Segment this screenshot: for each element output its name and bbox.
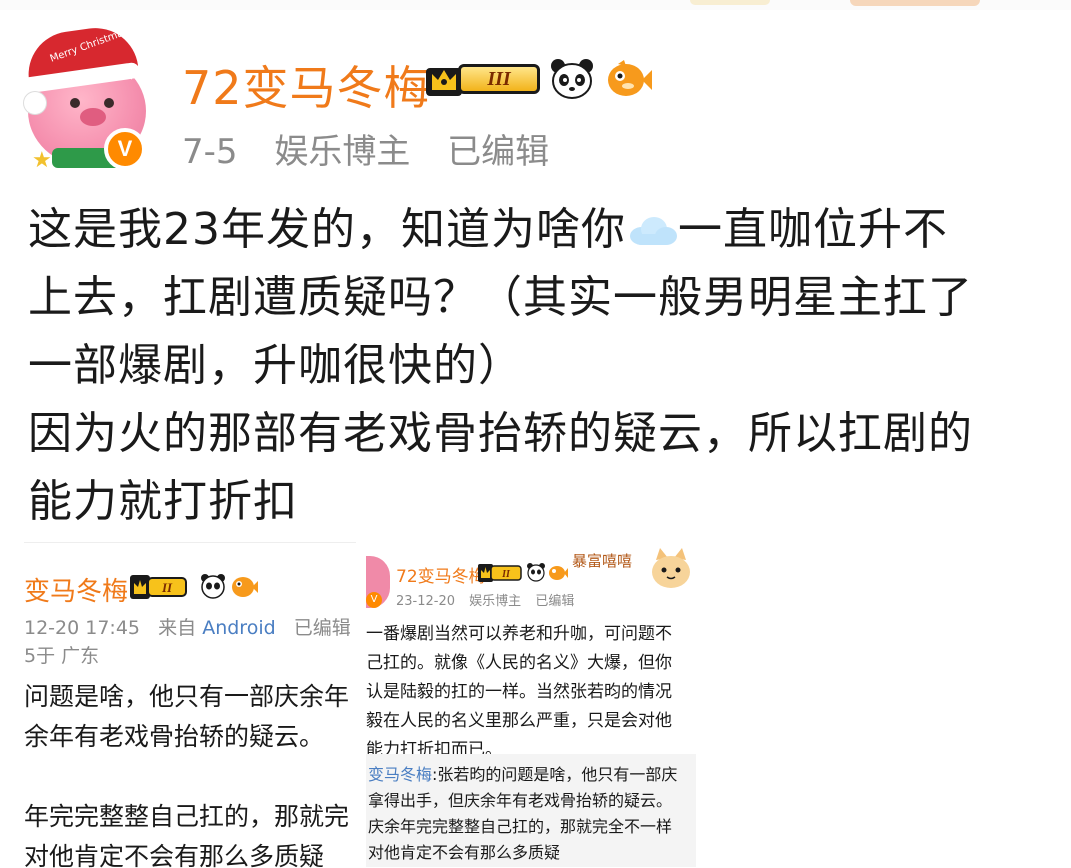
screenshot-line: 年完完整整自己扛的，那就完 [24, 802, 350, 831]
quote-line: 庆余年完完整整自己扛的，那就完全不一样 [368, 817, 673, 836]
hat-pompom [24, 92, 46, 114]
level-badge-text: II [501, 569, 511, 580]
screenshot-location: 5于 广东 [24, 645, 100, 667]
puffer-fish-icon [549, 566, 568, 580]
post-line: 这是我23年发的，知道为啥你 一直咖位升不 [28, 196, 1058, 264]
screenshot-line: 一番爆剧当然可以养老和升咖，可问题不 [366, 624, 672, 644]
author-name[interactable]: 72变马冬梅 [182, 52, 431, 118]
attached-image-right[interactable]: V 72变马冬梅 II 暴富嘻嘻 23-12-20 娱乐博主 已编辑 一番爆剧当… [366, 542, 696, 867]
post-line: 能力就打折扣 [28, 476, 298, 527]
screenshot-line: 问题是啥，他只有一部庆余年 [24, 682, 350, 711]
sticker-text: 暴富嘻嘻 [572, 552, 633, 570]
edited-label[interactable]: 已编辑 [447, 132, 549, 172]
crown-level-badge-icon: II [478, 564, 522, 582]
star-icon: ★ [32, 148, 52, 173]
screenshot-meta: 12-20 17:45 来自 Android 已编辑 [24, 613, 351, 640]
screenshot-line: 己扛的。就像《人民的名义》大爆，但你 [366, 653, 672, 673]
quote-author: 变马冬梅 [368, 765, 433, 784]
quote-line: 对他肯定不会有那么多质疑 [368, 843, 561, 862]
verified-v-icon: V [104, 128, 146, 170]
cat-sticker-icon [652, 548, 690, 588]
verified-v-icon: V [366, 592, 382, 608]
avatar-eye [70, 98, 80, 108]
post-line-part: 一直咖位升不 [678, 204, 948, 255]
level-badge-text: III [458, 64, 540, 94]
from-label: 来自 [158, 617, 197, 639]
screenshot-line: 认是陆毅的扛的一样。当然张若昀的情况 [366, 682, 672, 702]
post-line: 因为火的那部有老戏骨抬轿的疑云，所以扛剧的 [28, 408, 973, 459]
quote-text: 变马冬梅:张若昀的问题是啥，他只有一部庆 拿得出手，但庆余年有老戏骨抬轿的疑云。… [368, 762, 677, 866]
avatar-eye [104, 98, 114, 108]
screenshot-line: 毅在人民的名义里那么严重，只是会对他 [366, 711, 672, 731]
post-meta: 7-5 娱乐博主 已编辑 [182, 124, 575, 173]
avatar-side-text: 哼 [130, 69, 144, 85]
screenshot-author-name: 72变马冬梅 [396, 567, 486, 587]
panda-icon [201, 574, 225, 599]
post-text: 这是我23年发的，知道为啥你 一直咖位升不 上去，扛剧遭质疑吗？（其实一般男明星… [28, 196, 1058, 536]
quote-line: 拿得出手，但庆余年有老戏骨抬轿的疑云。 [368, 791, 673, 810]
screenshot-author-name: 变马冬梅 [24, 577, 129, 607]
screenshot-time: 12-20 17:45 [24, 617, 141, 639]
attached-image-left[interactable]: 变马冬梅 II 12-20 17:45 来自 Android 已编辑 5于 广东… [24, 542, 356, 868]
crown-level-badge-icon: II [130, 575, 187, 599]
edited-label: 已编辑 [535, 594, 575, 609]
screenshot-body: 一番爆剧当然可以养老和升咖，可问题不 己扛的。就像《人民的名义》大爆，但你 认是… [366, 620, 672, 765]
crown-level-badge-icon[interactable]: III [424, 58, 542, 100]
panda-icon[interactable] [550, 58, 594, 100]
screenshot-date: 23-12-20 [396, 594, 456, 609]
quote-first-line: :张若昀的问题是啥，他只有一部庆 [432, 765, 678, 784]
puffer-fish-icon[interactable] [604, 58, 652, 100]
edited-label: 已编辑 [293, 617, 351, 639]
screenshot-line: 对他肯定不会有那么多质疑 [24, 842, 325, 868]
top-decoration [850, 0, 980, 6]
screenshot-meta: 23-12-20 娱乐博主 已编辑 [396, 590, 584, 609]
post-line: 上去，扛剧遭质疑吗？（其实一般男明星主扛了 [28, 272, 973, 323]
quoted-comment: 变马冬梅:张若昀的问题是啥，他只有一部庆 拿得出手，但庆余年有老戏骨抬轿的疑云。… [366, 754, 696, 867]
screenshot-role: 娱乐博主 [469, 594, 522, 609]
puffer-fish-icon [232, 577, 258, 597]
panda-icon [527, 563, 545, 582]
top-strip [0, 0, 1071, 10]
top-decoration [690, 0, 770, 5]
cloud-icon [630, 217, 677, 245]
author-role: 娱乐博主 [274, 132, 411, 172]
source-link: Android [202, 617, 276, 639]
level-badge-text: II [161, 580, 173, 595]
post-line: 一部爆剧，升咖很快的） [28, 340, 523, 391]
avatar-nose [80, 108, 106, 126]
post-date: 7-5 [182, 132, 238, 172]
screenshot-body: 问题是啥，他只有一部庆余年 余年有老戏骨抬轿的疑云。 年完完整整自己扛的，那就完… [24, 677, 349, 868]
quote-line: 变马冬梅:张若昀的问题是啥，他只有一部庆 [368, 762, 677, 788]
post-line-part: 这是我23年发的，知道为啥你 [28, 204, 626, 255]
screenshot-line: 余年有老戏骨抬轿的疑云。 [24, 722, 325, 751]
screenshot-gap [24, 757, 349, 797]
